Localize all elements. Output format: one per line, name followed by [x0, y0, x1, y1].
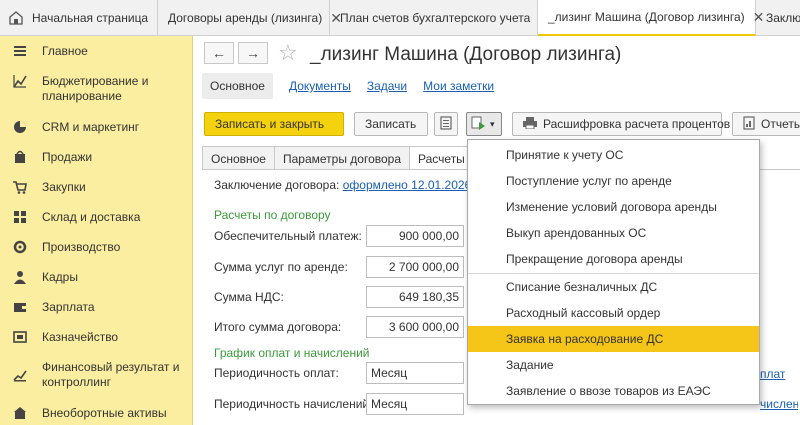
form-tabs: Основное Параметры договора Расчеты п: [202, 146, 480, 170]
forward-button[interactable]: →: [238, 42, 268, 64]
section-calc-title: Расчеты по договору: [214, 208, 331, 222]
save-button[interactable]: Записать: [354, 112, 428, 136]
conclusion-row: Заключение договора: оформлено 12.01.202…: [214, 178, 485, 192]
bank-icon: [12, 329, 28, 345]
tab-label: _лизинг Машина (Договор лизинга): [548, 10, 745, 24]
tab-bar: Начальная страница Договоры аренды (лизи…: [0, 0, 800, 36]
tab-home[interactable]: Начальная страница: [0, 0, 158, 36]
sidebar-item-warehouse[interactable]: Склад и доставка: [0, 209, 140, 225]
menu-item-payment-request[interactable]: Заявка на расходование ДС: [468, 326, 759, 352]
vat-label: Сумма НДС:: [214, 290, 284, 304]
menu-item-leased-asset-buyout[interactable]: Выкуп арендованных ОС: [468, 220, 759, 246]
accr-period-label: Периодичность начислений:: [214, 397, 373, 411]
sidebar: Главное Бюджетирование и планирование CR…: [0, 36, 193, 425]
sidebar-item-sales[interactable]: Продажи: [0, 149, 92, 165]
conclusion-link[interactable]: оформлено 12.01.2026: [343, 178, 472, 192]
section-schedule-title: График оплат и начислений: [214, 346, 370, 360]
accr-period-field[interactable]: Месяц: [366, 393, 464, 415]
chart-icon: [12, 73, 28, 89]
sidebar-item-budgeting[interactable]: Бюджетирование и планирование: [0, 73, 172, 104]
bag-icon: [12, 149, 28, 165]
tab-label: Договоры аренды (лизинга): [168, 11, 323, 25]
schedule-link-2[interactable]: числени: [760, 397, 798, 411]
people-icon: [12, 269, 28, 285]
sidebar-item-purchases[interactable]: Закупки: [0, 179, 86, 195]
sub-navigation: Основное Документы Задачи Мои заметки: [202, 72, 510, 100]
services-field[interactable]: 2 700 000,00: [366, 256, 464, 278]
menu-item-lease-services-receipt[interactable]: Поступление услуг по аренде: [468, 168, 759, 194]
menu-item-lease-termination[interactable]: Прекращение договора аренды: [468, 246, 759, 272]
subnav-documents[interactable]: Документы: [289, 79, 351, 93]
toolbar: Записать и закрыть Записать ▾ Расшифровк…: [202, 112, 800, 138]
menu-item-asset-acceptance[interactable]: Принятие к учету ОС: [468, 142, 759, 168]
menu-item-cashless-writeoff[interactable]: Списание безналичных ДС: [468, 274, 759, 300]
form-tab-params[interactable]: Параметры договора: [273, 146, 411, 170]
create-based-on-menu: Принятие к учету ОС Поступление услуг по…: [467, 139, 760, 405]
sidebar-item-salary[interactable]: Зарплата: [0, 299, 95, 315]
sidebar-item-finance[interactable]: Финансовый результат и контроллинг: [0, 359, 182, 390]
document-list-button[interactable]: [434, 112, 458, 136]
assets-icon: [12, 405, 28, 421]
menu-icon: [12, 43, 28, 59]
vat-field[interactable]: 649 180,35: [366, 286, 464, 308]
tab-chart-of-accounts[interactable]: План счетов бухгалтерского учета ✕: [330, 0, 550, 36]
page-title: _лизинг Машина (Договор лизинга): [310, 44, 622, 65]
deposit-label: Обеспечительный платеж:: [214, 229, 362, 243]
arrow-right-icon: →: [246, 45, 260, 61]
menu-item-task[interactable]: Задание: [468, 352, 759, 378]
back-button[interactable]: ←: [204, 42, 234, 64]
home-icon: [8, 11, 24, 25]
chevron-down-icon: ▾: [490, 118, 495, 129]
pie-icon: [12, 119, 28, 135]
total-field[interactable]: 3 600 000,00: [366, 316, 464, 338]
pay-period-label: Периодичность оплат:: [214, 366, 339, 380]
printer-icon: [523, 116, 537, 132]
tab-leasing-car[interactable]: _лизинг Машина (Договор лизинга) ✕: [538, 0, 764, 36]
sidebar-item-main[interactable]: Главное: [0, 43, 88, 59]
conclusion-label: Заключение договора:: [214, 178, 340, 192]
document-icon: [440, 115, 452, 133]
favorite-star-icon[interactable]: ☆: [278, 40, 298, 66]
create-based-on-icon: [471, 116, 487, 133]
interest-breakdown-button[interactable]: Расшифровка расчета процентов: [512, 112, 730, 136]
factory-icon: [12, 239, 28, 255]
deposit-field[interactable]: 900 000,00: [366, 225, 464, 247]
wallet-icon: [12, 299, 28, 315]
subnav-tasks[interactable]: Задачи: [367, 79, 407, 93]
tab-label: Заклю: [766, 11, 800, 25]
tab-leasing-contracts[interactable]: Договоры аренды (лизинга) ✕: [158, 0, 342, 36]
reports-button[interactable]: Отчеты: [732, 112, 800, 136]
form-tab-main[interactable]: Основное: [202, 146, 275, 170]
sidebar-item-production[interactable]: Производство: [0, 239, 120, 255]
tab-conclusion[interactable]: Заклю: [756, 0, 800, 36]
menu-item-lease-terms-change[interactable]: Изменение условий договора аренды: [468, 194, 759, 220]
save-and-close-button[interactable]: Записать и закрыть: [204, 112, 344, 136]
cart-icon: [12, 179, 28, 195]
sidebar-item-crm[interactable]: CRM и маркетинг: [0, 119, 139, 135]
menu-item-eaeu-import-statement[interactable]: Заявление о ввозе товаров из ЕАЭС: [468, 378, 759, 404]
grid-icon: [12, 209, 28, 225]
create-based-on-button[interactable]: ▾: [466, 112, 502, 136]
subnav-main[interactable]: Основное: [202, 73, 273, 99]
schedule-link-1[interactable]: плат: [760, 367, 785, 381]
finance-icon: [12, 367, 28, 383]
sidebar-item-assets[interactable]: Внеоборотные активы: [0, 405, 167, 421]
arrow-left-icon: ←: [212, 45, 226, 61]
report-icon: [743, 115, 755, 133]
tab-label: Начальная страница: [32, 11, 149, 25]
sidebar-item-hr[interactable]: Кадры: [0, 269, 78, 285]
services-label: Сумма услуг по аренде:: [214, 260, 348, 274]
sidebar-item-treasury[interactable]: Казначейство: [0, 329, 118, 345]
pay-period-field[interactable]: Месяц: [366, 362, 464, 384]
total-label: Итого сумма договора:: [214, 320, 342, 334]
subnav-notes[interactable]: Мои заметки: [423, 79, 494, 93]
tab-label: План счетов бухгалтерского учета: [340, 11, 531, 25]
menu-item-cash-out-order[interactable]: Расходный кассовый ордер: [468, 300, 759, 326]
